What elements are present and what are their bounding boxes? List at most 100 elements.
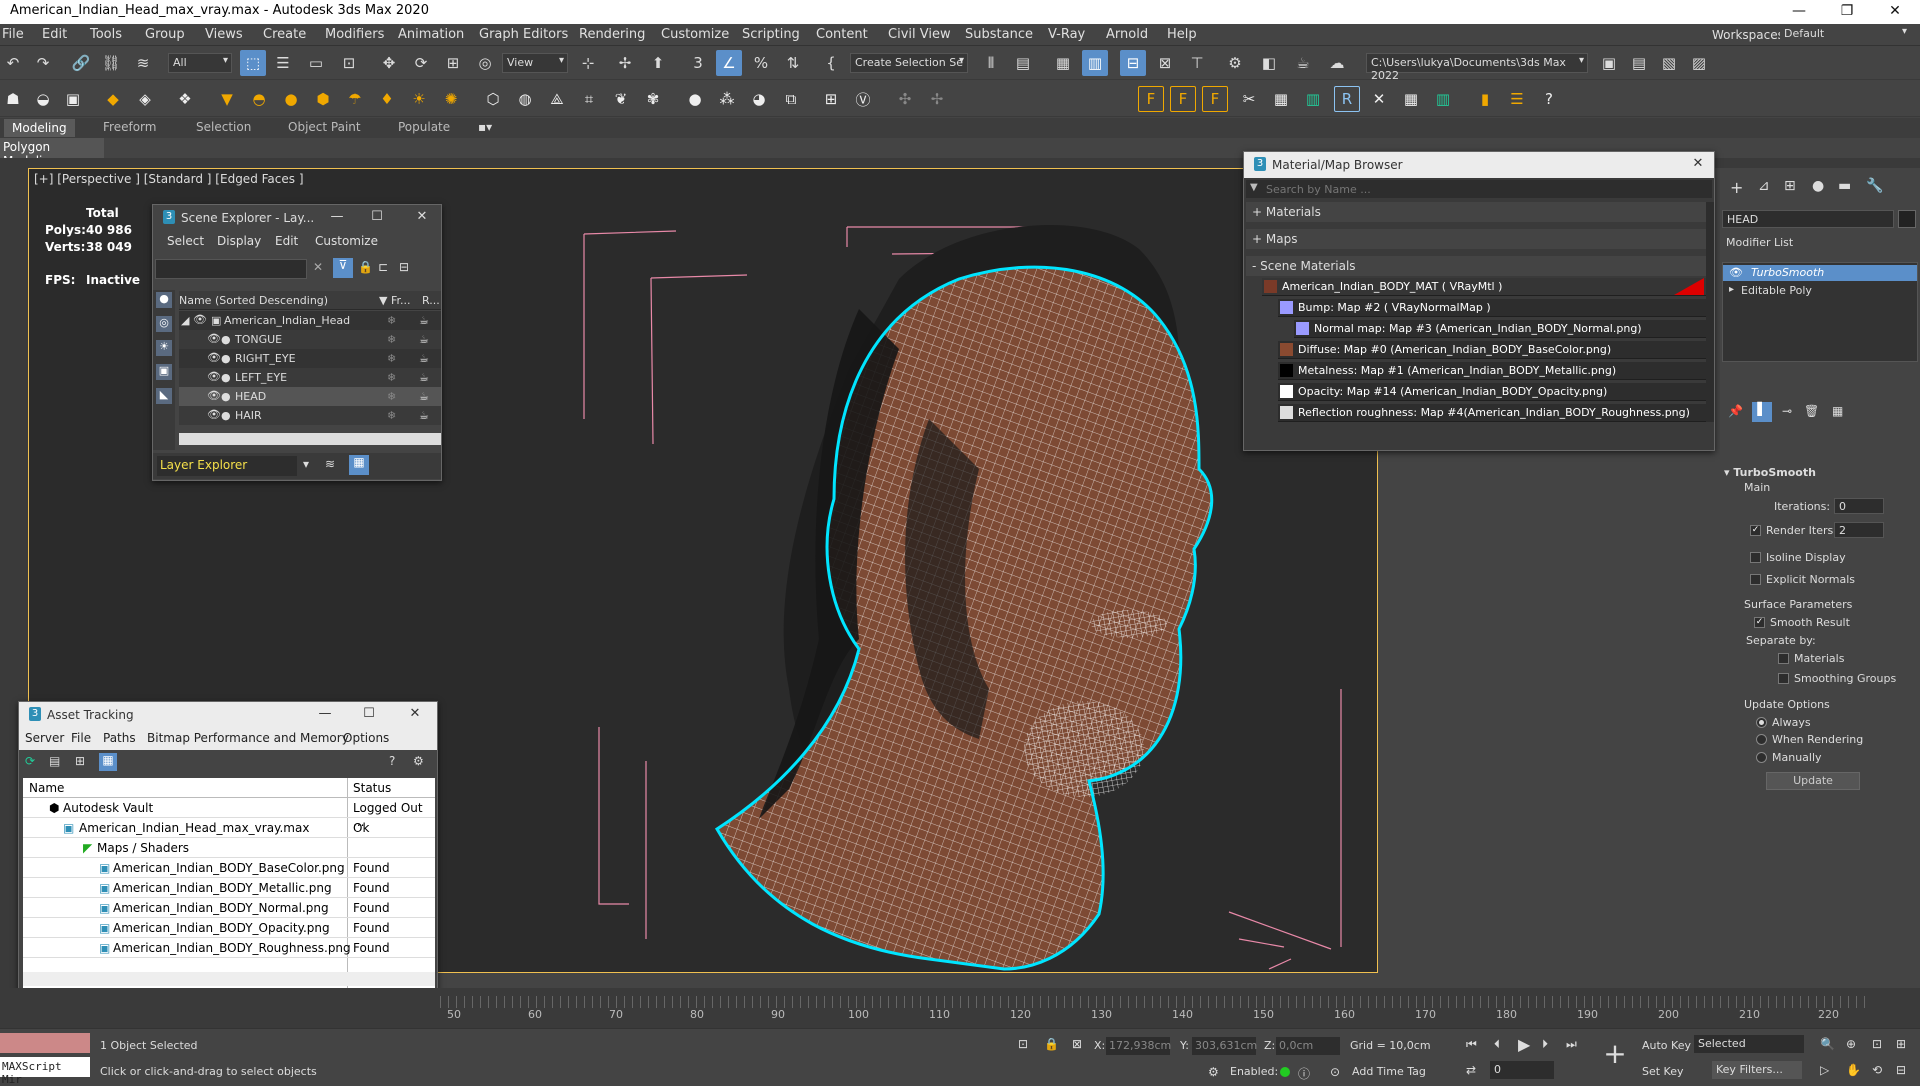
menu-arnold[interactable]: Arnold [1106, 27, 1148, 42]
scale-icon[interactable]: ⊞ [440, 50, 466, 76]
stack-item-editable-poly[interactable]: ▸ Editable Poly [1723, 283, 1917, 299]
enabled-indicator[interactable] [1280, 1067, 1290, 1077]
scene-explorer-titlebar[interactable]: 3 Scene Explorer - Lay... — ☐ ✕ [153, 205, 441, 231]
clipper-icon[interactable]: ✾ [640, 86, 666, 112]
workspace-dropdown[interactable]: Default [1780, 25, 1910, 45]
isolate-selection-icon[interactable]: ⊡ [1018, 1037, 1028, 1051]
light-ies-icon[interactable]: ☂ [342, 86, 368, 112]
status-column-header[interactable]: Status [353, 781, 391, 795]
menu-customize[interactable]: Customize [661, 27, 729, 42]
stack-item-turbosmooth[interactable]: 👁 TurboSmooth [1723, 265, 1917, 281]
menu-tools[interactable]: Tools [90, 27, 122, 42]
light-dome-icon[interactable]: ◓ [246, 86, 272, 112]
visibility-icon[interactable]: 👁 [193, 313, 207, 326]
list-item[interactable]: American_Indian_BODY_MAT ( VRayMtl ) [1262, 278, 1706, 296]
absolute-mode-icon[interactable]: ⊠ [1072, 1037, 1082, 1051]
timeline[interactable]: 50 60 70 80 90 100 110 120 130 140 150 1… [0, 988, 1920, 1028]
keyboard-shortcut-icon[interactable]: ⬆ [645, 50, 671, 76]
auto-key-button[interactable]: Auto Key [1642, 1039, 1691, 1052]
refresh-icon[interactable]: ⟳ [25, 754, 35, 768]
render-cloud-icon[interactable]: ☁ [1324, 50, 1350, 76]
material-sphere-icon[interactable]: ● [682, 86, 708, 112]
expand-icon[interactable]: ◢ [181, 314, 189, 327]
layer-explorer-icon[interactable]: ▦ [1050, 50, 1076, 76]
plane-icon[interactable]: ⟁ [544, 86, 570, 112]
render-column-header[interactable]: R... [422, 294, 440, 307]
sky-icon[interactable]: ✺ [438, 86, 464, 112]
tree-row-tongue[interactable]: 👁 ● TONGUE ❄ ☕ [179, 330, 441, 349]
selection-filter-dropdown[interactable]: All [168, 53, 232, 73]
menu-bitmap-performance[interactable]: Bitmap Performance and Memory [147, 731, 349, 745]
isoline-checkbox[interactable] [1750, 552, 1761, 563]
horizontal-scrollbar[interactable] [23, 972, 435, 986]
menu-edit[interactable]: Edit [42, 27, 67, 42]
sheet-icon[interactable]: ▦ [1398, 86, 1424, 112]
freeze-icon[interactable]: ❄ [387, 409, 396, 422]
modifier-list-dropdown[interactable]: Modifier List [1722, 234, 1916, 252]
configure-sets-icon[interactable]: ▦ [1832, 404, 1843, 418]
unlink-icon[interactable]: ⛓ [98, 50, 124, 76]
tab-modeling[interactable]: Modeling [4, 119, 75, 137]
zoom-extents-all-icon[interactable]: ⊞ [1896, 1037, 1906, 1051]
freeze-icon[interactable]: ❄ [387, 314, 396, 327]
clear-search-icon[interactable]: ✕ [313, 260, 323, 274]
select-object-icon[interactable]: ⬚ [240, 50, 266, 76]
render-toggle-icon[interactable]: ☕ [419, 371, 429, 384]
object-name-field[interactable]: HEAD [1722, 210, 1894, 228]
key-mode-icon[interactable]: ⇄ [1466, 1063, 1476, 1077]
grass-icon[interactable]: ❦ [608, 86, 634, 112]
render-toggle-icon[interactable]: ☕ [419, 409, 429, 422]
visibility-icon[interactable]: 👁 [207, 332, 221, 345]
asset-tracking-titlebar[interactable]: 3 Asset Tracking — ☐ ✕ [19, 702, 437, 728]
polygon-modeling-panel[interactable]: Polygon Modeling [0, 138, 104, 168]
list-item[interactable]: Bump: Map #2 ( VRayNormalMap ) [1278, 299, 1706, 317]
object-props-icon[interactable]: ◆ [100, 86, 126, 112]
update-button[interactable]: Update [1766, 772, 1860, 790]
key-set-dropdown[interactable]: Selected [1694, 1035, 1804, 1053]
display-tab-icon[interactable]: ▬ [1838, 178, 1851, 194]
current-frame-field[interactable]: 0 [1490, 1061, 1554, 1079]
minimize-button[interactable]: — [323, 207, 351, 229]
group-materials[interactable]: + Materials [1246, 202, 1706, 222]
name-column-header[interactable]: Name (Sorted Descending) [179, 294, 328, 307]
material-editor-icon[interactable]: ⊤ [1184, 50, 1210, 76]
rollout-title[interactable]: ▾ TurboSmooth [1724, 466, 1816, 479]
horizontal-scrollbar[interactable] [179, 433, 441, 445]
material-slots-icon[interactable]: ⁂ [714, 86, 740, 112]
menu-paths[interactable]: Paths [103, 731, 136, 745]
place-icon[interactable]: ◎ [472, 50, 498, 76]
settings-icon[interactable]: ⚙ [413, 754, 424, 768]
visibility-icon[interactable]: 👁 [207, 389, 221, 402]
zoom-all-icon[interactable]: ⊕ [1846, 1037, 1856, 1051]
project-folder-icon[interactable]: ▣ [1596, 50, 1622, 76]
menu-content[interactable]: Content [816, 27, 868, 42]
adaptive-degradation-icon[interactable]: ⚙ [1208, 1065, 1219, 1079]
material-search-input[interactable] [1266, 180, 1706, 198]
helpers-filter-icon[interactable]: ◣ [156, 388, 172, 404]
render-iters-spinner[interactable]: 2 [1834, 522, 1884, 538]
sphere-wire-icon[interactable]: ◒ [30, 86, 56, 112]
menu-graph-editors[interactable]: Graph Editors [479, 27, 568, 42]
menu-customize[interactable]: Customize [315, 234, 378, 248]
help-icon[interactable]: ? [389, 754, 395, 768]
undo-icon[interactable]: ↶ [0, 50, 26, 76]
close-button[interactable]: ✕ [1684, 154, 1712, 176]
manually-radio[interactable] [1756, 752, 1767, 763]
light-spot-icon[interactable]: ▼ [214, 86, 240, 112]
fp-icon[interactable]: F [1138, 86, 1164, 112]
menu-modifiers[interactable]: Modifiers [325, 27, 384, 42]
add-time-tag-button[interactable]: Add Time Tag [1352, 1065, 1426, 1078]
zoom-icon[interactable]: 🔍 [1820, 1037, 1835, 1051]
material-browser-titlebar[interactable]: 3 Material/Map Browser ✕ [1244, 152, 1714, 178]
key-filters-button[interactable]: Key Filters... [1712, 1061, 1802, 1079]
chart-icon[interactable]: ▮ [1472, 86, 1498, 112]
list-item[interactable]: Metalness: Map #1 (American_Indian_BODY_… [1278, 362, 1706, 380]
minimize-button[interactable]: — [1776, 0, 1822, 24]
tools-icon[interactable]: ✂ [1236, 86, 1262, 112]
light-lister-icon[interactable]: ◕ [746, 86, 772, 112]
menu-options[interactable]: Options [343, 731, 389, 745]
menu-display[interactable]: Display [217, 234, 261, 248]
tree-view-icon[interactable]: ⊞ [75, 754, 85, 768]
rendered-frame-icon[interactable]: ◧ [1256, 50, 1282, 76]
orbit-icon[interactable]: ⟲ [1872, 1063, 1882, 1077]
